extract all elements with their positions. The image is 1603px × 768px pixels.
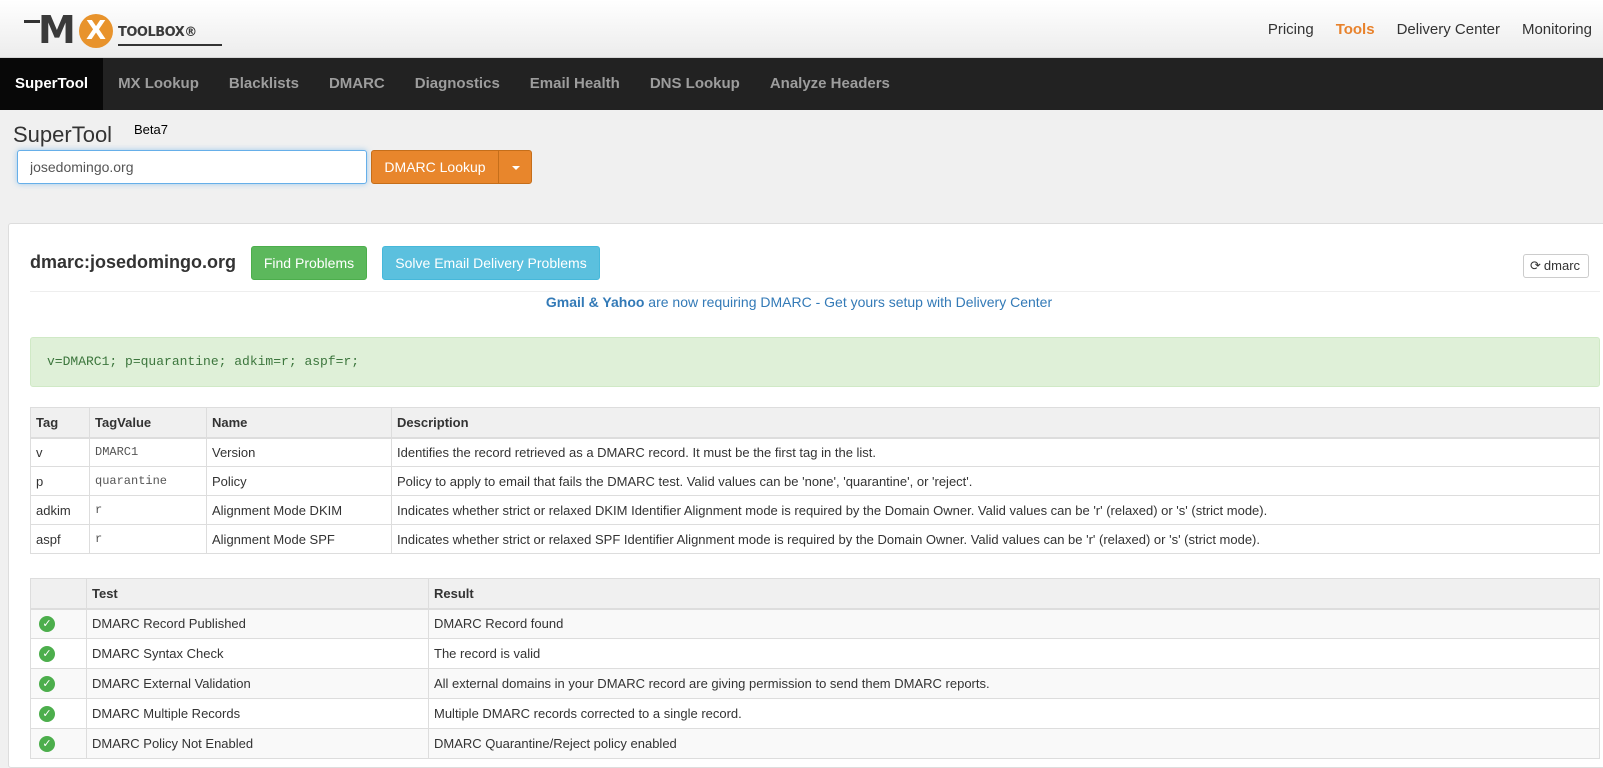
table-row: p quarantine Policy Policy to apply to e… <box>30 466 1600 496</box>
name-cell: Alignment Mode SPF <box>206 524 392 554</box>
table-row: ✓ DMARC Multiple Records Multiple DMARC … <box>30 698 1600 729</box>
description-cell: Indicates whether strict or relaxed DKIM… <box>391 495 1600 525</box>
table-row: aspf r Alignment Mode SPF Indicates whet… <box>30 524 1600 554</box>
table-row: ✓ DMARC Syntax Check The record is valid <box>30 638 1600 669</box>
description-cell: Policy to apply to email that fails the … <box>391 466 1600 496</box>
solve-problems-button[interactable]: Solve Email Delivery Problems <box>382 246 600 280</box>
description-cell: Identifies the record retrieved as a DMA… <box>391 437 1600 467</box>
col-description: Description <box>391 407 1600 439</box>
domain-input[interactable] <box>17 150 367 184</box>
status-cell: ✓ <box>30 638 87 669</box>
description-cell: Indicates whether strict or relaxed SPF … <box>391 524 1600 554</box>
table-row: adkim r Alignment Mode DKIM Indicates wh… <box>30 495 1600 525</box>
promo-text: are now requiring DMARC - Get yours setu… <box>644 294 1053 310</box>
nav-monitoring[interactable]: Monitoring <box>1511 21 1603 38</box>
result-title: dmarc:josedomingo.org <box>30 252 237 272</box>
check-circle-icon: ✓ <box>39 616 55 633</box>
check-circle-icon: ✓ <box>39 706 55 722</box>
tagvalue-cell: DMARC1 <box>89 437 207 467</box>
refresh-label: dmarc <box>1543 258 1581 273</box>
name-cell: Policy <box>206 466 392 496</box>
result-cell: DMARC Record found <box>428 608 1600 639</box>
tab-dmarc[interactable]: DMARC <box>314 58 400 110</box>
divider <box>30 291 1600 292</box>
tab-supertool[interactable]: SuperTool <box>0 58 104 110</box>
tag-cell: adkim <box>30 495 90 525</box>
top-nav: Pricing Tools Delivery Center Monitoring <box>1257 0 1603 58</box>
nav-delivery-center[interactable]: Delivery Center <box>1386 21 1511 38</box>
result-cell: DMARC Quarantine/Reject policy enabled <box>428 728 1600 759</box>
check-circle-icon: ✓ <box>39 736 55 752</box>
status-cell: ✓ <box>30 698 87 729</box>
tag-cell: v <box>30 437 90 467</box>
table-row: ✓ DMARC External Validation All external… <box>30 668 1600 699</box>
tab-mx-lookup[interactable]: MX Lookup <box>103 58 214 110</box>
table-row: ✓ DMARC Policy Not Enabled DMARC Quarant… <box>30 728 1600 759</box>
name-cell: Alignment Mode DKIM <box>206 495 392 525</box>
result-panel: dmarc:josedomingo.org Find Problems Solv… <box>8 223 1603 768</box>
top-header: M X TOOLBOX® Pricing Tools Delivery Cent… <box>0 0 1603 58</box>
result-cell: Multiple DMARC records corrected to a si… <box>428 698 1600 729</box>
col-status <box>30 578 87 610</box>
logo-m: M <box>38 8 76 52</box>
name-cell: Version <box>206 437 392 467</box>
refresh-dmarc-button[interactable]: ⟳ dmarc <box>1523 254 1589 278</box>
result-cell: All external domains in your DMARC recor… <box>428 668 1600 699</box>
result-cell: The record is valid <box>428 638 1600 669</box>
logo-underline <box>118 44 222 46</box>
mxtoolbox-logo[interactable]: M X TOOLBOX® <box>24 8 222 52</box>
promo-bold: Gmail & Yahoo <box>545 294 645 310</box>
table-header-row: Test Result <box>30 578 1600 610</box>
page-title: SuperTool <box>13 122 113 147</box>
tag-cell: aspf <box>30 524 90 554</box>
caret-down-icon[interactable] <box>498 150 532 184</box>
status-cell: ✓ <box>30 728 87 759</box>
dmarc-record: v=DMARC1; p=quarantine; adkim=r; aspf=r; <box>30 337 1600 387</box>
check-circle-icon: ✓ <box>39 676 55 692</box>
promo-link[interactable]: Gmail & Yahoo are now requiring DMARC - … <box>9 294 1589 310</box>
tab-dns-lookup[interactable]: DNS Lookup <box>635 58 755 110</box>
find-problems-button[interactable]: Find Problems <box>251 246 367 280</box>
version-badge: Beta7 <box>134 122 168 137</box>
test-cell: DMARC Syntax Check <box>86 638 429 669</box>
refresh-icon: ⟳ <box>1530 259 1541 274</box>
status-cell: ✓ <box>30 608 87 639</box>
main-nav: SuperTool MX Lookup Blacklists DMARC Dia… <box>0 58 1603 110</box>
test-cell: DMARC Multiple Records <box>86 698 429 729</box>
logo-toolbox-text: TOOLBOX® <box>118 25 197 40</box>
test-table: Test Result ✓ DMARC Record Published DMA… <box>30 578 1600 759</box>
col-tag: Tag <box>30 407 90 439</box>
supertool-section: SuperTool Beta7 DMARC Lookup <box>0 110 1603 198</box>
table-header-row: Tag TagValue Name Description <box>30 407 1600 439</box>
tagvalue-cell: r <box>89 495 207 525</box>
col-result: Result <box>428 578 1600 610</box>
test-cell: DMARC Record Published <box>86 608 429 639</box>
tab-analyze-headers[interactable]: Analyze Headers <box>755 58 905 110</box>
tab-blacklists[interactable]: Blacklists <box>214 58 314 110</box>
tab-email-health[interactable]: Email Health <box>515 58 635 110</box>
col-test: Test <box>86 578 429 610</box>
test-cell: DMARC External Validation <box>86 668 429 699</box>
logo-x-circle: X <box>79 14 113 48</box>
dmarc-lookup-button[interactable]: DMARC Lookup <box>371 150 499 184</box>
test-cell: DMARC Policy Not Enabled <box>86 728 429 759</box>
nav-tools[interactable]: Tools <box>1325 21 1386 38</box>
nav-pricing[interactable]: Pricing <box>1257 21 1325 38</box>
col-tagvalue: TagValue <box>89 407 207 439</box>
tag-cell: p <box>30 466 90 496</box>
tab-diagnostics[interactable]: Diagnostics <box>400 58 515 110</box>
tagvalue-cell: r <box>89 524 207 554</box>
tag-table: Tag TagValue Name Description v DMARC1 V… <box>30 407 1600 554</box>
check-circle-icon: ✓ <box>39 646 55 662</box>
col-name: Name <box>206 407 392 439</box>
status-cell: ✓ <box>30 668 87 699</box>
tagvalue-cell: quarantine <box>89 466 207 496</box>
table-row: v DMARC1 Version Identifies the record r… <box>30 437 1600 467</box>
table-row: ✓ DMARC Record Published DMARC Record fo… <box>30 608 1600 639</box>
